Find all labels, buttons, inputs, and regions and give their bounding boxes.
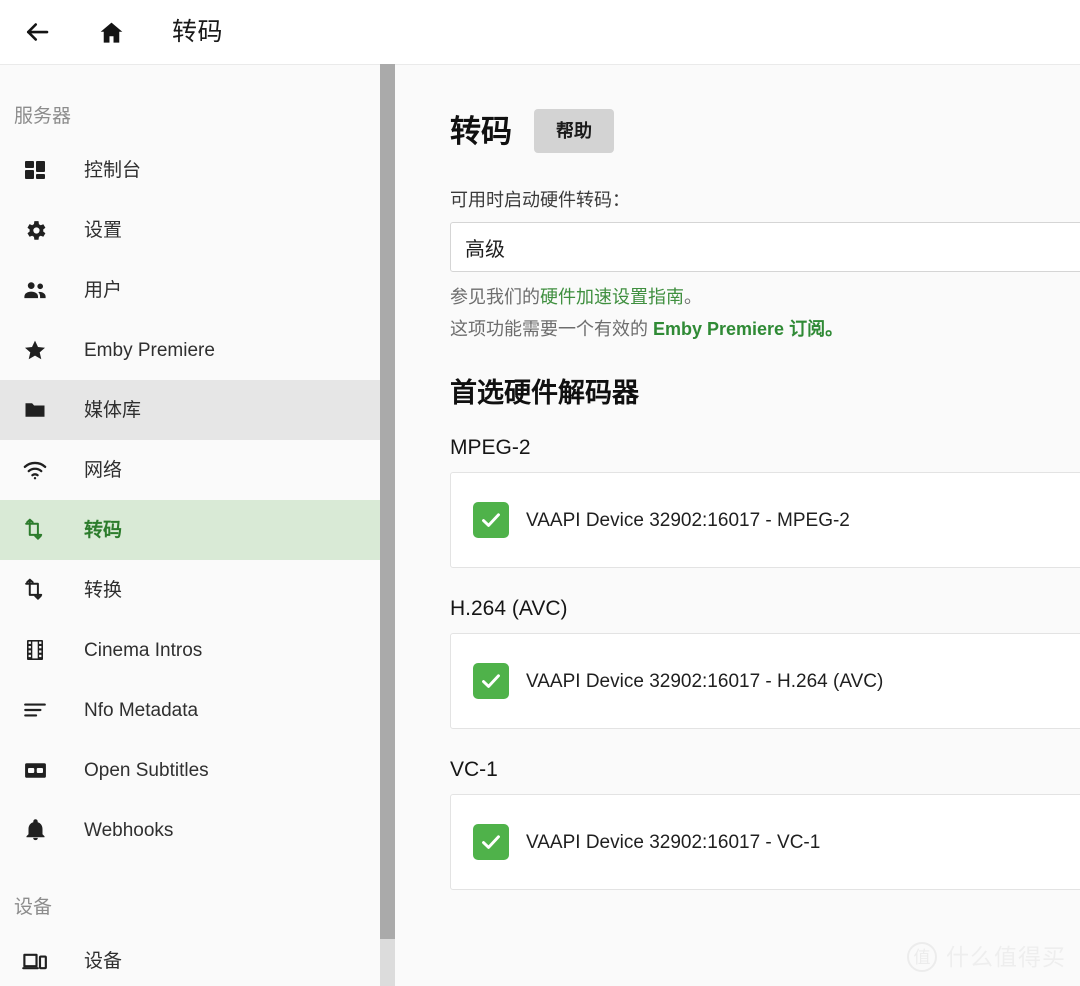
sidebar-scrollbar-thumb[interactable] [380,64,395,939]
decoder-option-label: VAAPI Device 32902:16017 - H.264 (AVC) [526,670,884,692]
premiere-hint-suffix: 订阅。 [784,319,844,340]
home-button[interactable] [88,9,134,55]
folder-icon [22,397,48,423]
sidebar-item-nfo-metadata[interactable]: Nfo Metadata [0,680,380,740]
sidebar-item-[interactable]: 转换 [0,560,380,620]
sidebar-item-[interactable]: 媒体库 [0,380,380,440]
sidebar-item-[interactable]: 设备 [0,931,380,986]
sidebar-item-label: 控制台 [84,159,142,181]
sidebar-item-label: Nfo Metadata [84,699,199,721]
codec-options-card: VAAPI Device 32902:16017 - MPEG-2 [450,472,1080,569]
app-root: 转码 服务器 控制台 设置 用户 Emby Premiere 媒体库 网络 转码 转换 Cinem… [0,0,1080,986]
codec-group: VC-1 VAAPI Device 32902:16017 - VC-1 [450,758,1080,891]
people-icon [22,277,48,303]
codec-group-name: VC-1 [450,758,498,782]
help-button[interactable]: 帮助 [534,109,614,153]
hardware-acceleration-guide-link[interactable]: 硬件加速设置指南 [540,287,684,307]
sidebar-item-open-subtitles[interactable]: Open Subtitles [0,740,380,800]
checkbox-checked-icon[interactable] [473,824,509,861]
sidebar-item-label: 转换 [84,579,123,601]
sidebar-item-label: Emby Premiere [84,339,215,361]
arrow-left-icon [22,17,52,47]
page-title-header: 转码 [172,17,224,46]
premiere-required-hint: 这项功能需要一个有效的 Emby Premiere 订阅。 [450,316,1080,342]
decoder-option-row[interactable]: VAAPI Device 32902:16017 - VC-1 [473,824,821,861]
sidebar-item-label: 媒体库 [84,399,142,421]
codec-group: H.264 (AVC) VAAPI Device 32902:16017 - H.… [450,597,1080,730]
sidebar-item-label: Webhooks [84,819,174,841]
sidebar-section-title: 设备 [14,897,53,918]
main-content: 转码 帮助 可用时启动硬件转码： 高级 参见我们的硬件加速设置指南。 这项功能需… [395,64,1080,986]
sidebar-item-label: 设置 [84,219,123,241]
premiere-hint-prefix: 这项功能需要一个有效的 [450,319,653,340]
checkbox-checked-icon[interactable] [473,502,509,539]
wifi-icon [22,457,48,483]
decoder-option-row[interactable]: VAAPI Device 32902:16017 - MPEG-2 [473,502,850,539]
sidebar-section-title: 服务器 [14,106,72,127]
codec-options-card: VAAPI Device 32902:16017 - VC-1 [450,794,1080,891]
devices-icon [22,948,48,974]
decoder-option-row[interactable]: VAAPI Device 32902:16017 - H.264 (AVC) [473,663,884,700]
sidebar-item-emby-premiere[interactable]: Emby Premiere [0,320,380,380]
sidebar-item-[interactable]: 控制台 [0,140,380,200]
sidebar-item-[interactable]: 用户 [0,260,380,320]
sidebar-item-label: Open Subtitles [84,759,209,781]
decoder-option-label: VAAPI Device 32902:16017 - VC-1 [526,831,821,853]
codec-options-card: VAAPI Device 32902:16017 - H.264 (AVC) [450,633,1080,730]
codec-group-name: H.264 (AVC) [450,597,568,621]
bell-icon [22,817,48,843]
page-title: 转码 [450,113,512,149]
sidebar-item-[interactable]: 设置 [0,200,380,260]
checkbox-checked-icon[interactable] [473,663,509,700]
hwaccel-field-label: 可用时启动硬件转码： [450,190,630,210]
page-header: 转码 帮助 [450,109,1080,153]
hwaccel-select[interactable]: 高级 [450,222,1080,272]
sidebar: 服务器控制台设置用户 Emby Premiere 媒体库网络转码转换 Cinema I… [0,64,380,986]
codec-group-list: MPEG-2 VAAPI Device 32902:16017 - MPEG-2 H… [450,436,1080,891]
sidebar-item-label: Cinema Intros [84,639,203,661]
star-icon [22,337,48,363]
dashboard-icon [22,157,48,183]
sidebar-item-label: 网络 [84,459,123,481]
sidebar-item-webhooks[interactable]: Webhooks [0,800,380,860]
closed-caption-icon [22,757,48,783]
emby-premiere-label: Emby Premiere [653,319,785,340]
hint-suffix: 。 [684,287,702,307]
sidebar-item-label: 转码 [84,519,123,541]
hwaccel-select-value: 高级 [465,238,505,261]
transcode-icon [22,517,48,543]
back-button[interactable] [14,9,60,55]
home-icon [98,19,125,46]
sidebar-item-label: 用户 [84,279,123,301]
decoder-option-label: VAAPI Device 32902:16017 - MPEG-2 [526,509,850,531]
sidebar-scrollbar-track[interactable] [380,64,395,986]
codec-group: MPEG-2 VAAPI Device 32902:16017 - MPEG-2 [450,436,1080,569]
top-app-bar: 转码 [0,0,1080,64]
gear-icon [22,217,48,243]
hint-prefix: 参见我们的 [450,287,540,307]
sidebar-item-label: 设备 [84,950,123,972]
lines-icon [22,697,48,723]
preferred-decoders-heading: 首选硬件解码器 [450,378,639,409]
sidebar-list: 服务器控制台设置用户 Emby Premiere 媒体库网络转码转换 Cinema I… [0,65,380,986]
film-icon [22,637,48,663]
codec-group-name: MPEG-2 [450,436,531,460]
sidebar-item-[interactable]: 网络 [0,440,380,500]
hwaccel-guide-hint: 参见我们的硬件加速设置指南。 [450,284,1080,310]
convert-icon [22,577,48,603]
sidebar-item-[interactable]: 转码 [0,500,380,560]
sidebar-item-cinema-intros[interactable]: Cinema Intros [0,620,380,680]
body-area: 服务器 控制台 设置 用户 Emby Premiere 媒体库 网络 转码 转换 Cinema I… [0,64,1080,986]
